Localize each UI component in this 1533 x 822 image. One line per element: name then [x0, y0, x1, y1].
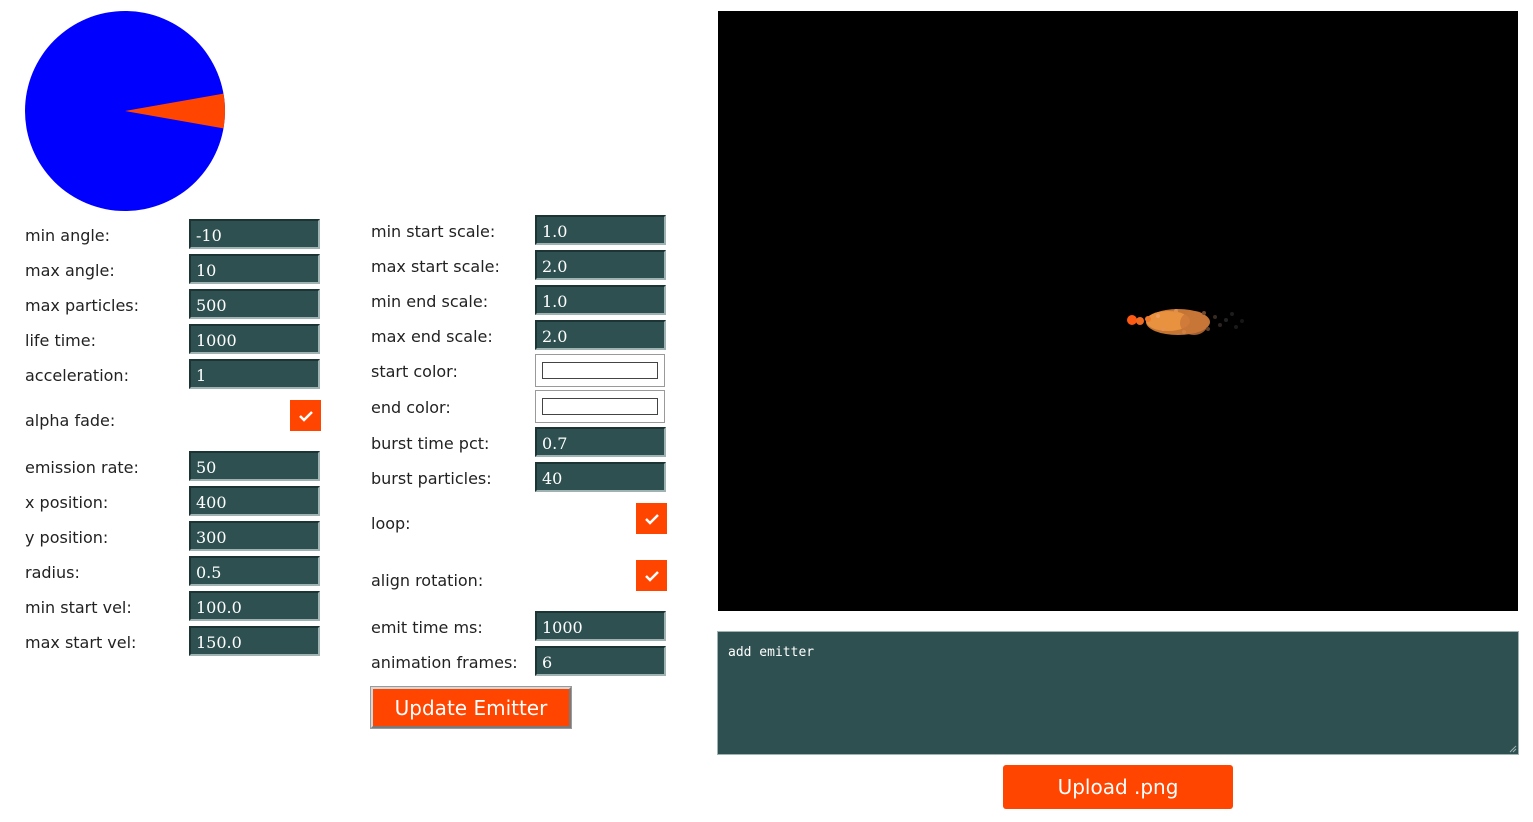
x-position-input[interactable] — [189, 486, 320, 516]
command-console[interactable]: add emitter — [717, 631, 1519, 755]
min-start-scale-input[interactable] — [535, 215, 666, 245]
max-start-vel-label: max start vel: — [25, 633, 137, 652]
y-position-label: y position: — [25, 528, 109, 547]
burst-time-pct-input[interactable] — [535, 427, 666, 457]
resize-grip-icon[interactable] — [1507, 743, 1517, 753]
min-angle-label: min angle: — [25, 226, 111, 245]
end-color-picker[interactable] — [535, 390, 665, 423]
checkmark-icon — [644, 570, 659, 582]
update-emitter-button[interactable]: Update Emitter — [370, 686, 572, 729]
min-start-vel-label: min start vel: — [25, 598, 132, 617]
burst-particles-input[interactable] — [535, 462, 666, 492]
emit-time-ms-input[interactable] — [535, 611, 666, 641]
animation-frames-input[interactable] — [535, 646, 666, 676]
acceleration-label: acceleration: — [25, 366, 129, 385]
particle-canvas[interactable] — [718, 11, 1518, 611]
max-angle-input[interactable] — [189, 254, 320, 284]
x-position-label: x position: — [25, 493, 109, 512]
max-start-scale-label: max start scale: — [371, 257, 500, 276]
upload-png-button[interactable]: Upload .png — [1003, 765, 1233, 809]
start-color-swatch — [542, 362, 658, 379]
max-particles-input[interactable] — [189, 289, 320, 319]
particle-emitter-graphic — [1127, 309, 1244, 335]
loop-label: loop: — [371, 514, 411, 533]
max-particles-label: max particles: — [25, 296, 140, 315]
min-start-vel-input[interactable] — [189, 591, 320, 621]
end-color-swatch — [542, 398, 658, 415]
emission-rate-label: emission rate: — [25, 458, 139, 477]
particle-cloud — [1127, 309, 1244, 335]
checkmark-icon — [298, 410, 313, 422]
radius-input[interactable] — [189, 556, 320, 586]
alpha-fade-label: alpha fade: — [25, 411, 116, 430]
start-color-label: start color: — [371, 362, 458, 381]
radius-label: radius: — [25, 563, 80, 582]
min-angle-input[interactable] — [189, 219, 320, 249]
min-start-scale-label: min start scale: — [371, 222, 496, 241]
start-color-picker[interactable] — [535, 354, 665, 387]
life-time-label: life time: — [25, 331, 96, 350]
checkmark-icon — [644, 513, 659, 525]
min-end-scale-input[interactable] — [535, 285, 666, 315]
acceleration-input[interactable] — [189, 359, 320, 389]
alpha-fade-checkbox[interactable] — [290, 400, 321, 431]
align-rotation-checkbox[interactable] — [636, 560, 667, 591]
max-angle-label: max angle: — [25, 261, 115, 280]
max-end-scale-label: max end scale: — [371, 327, 493, 346]
align-rotation-label: align rotation: — [371, 571, 484, 590]
console-text: add emitter — [728, 645, 815, 660]
max-start-vel-input[interactable] — [189, 626, 320, 656]
life-time-input[interactable] — [189, 324, 320, 354]
loop-checkbox[interactable] — [636, 503, 667, 534]
emission-rate-input[interactable] — [189, 451, 320, 481]
emit-time-ms-label: emit time ms: — [371, 618, 483, 637]
burst-time-pct-label: burst time pct: — [371, 434, 490, 453]
angle-preview-pie — [25, 11, 226, 211]
end-color-label: end color: — [371, 398, 451, 417]
y-position-input[interactable] — [189, 521, 320, 551]
min-end-scale-label: min end scale: — [371, 292, 489, 311]
max-start-scale-input[interactable] — [535, 250, 666, 280]
animation-frames-label: animation frames: — [371, 653, 518, 672]
burst-particles-label: burst particles: — [371, 469, 492, 488]
max-end-scale-input[interactable] — [535, 320, 666, 350]
